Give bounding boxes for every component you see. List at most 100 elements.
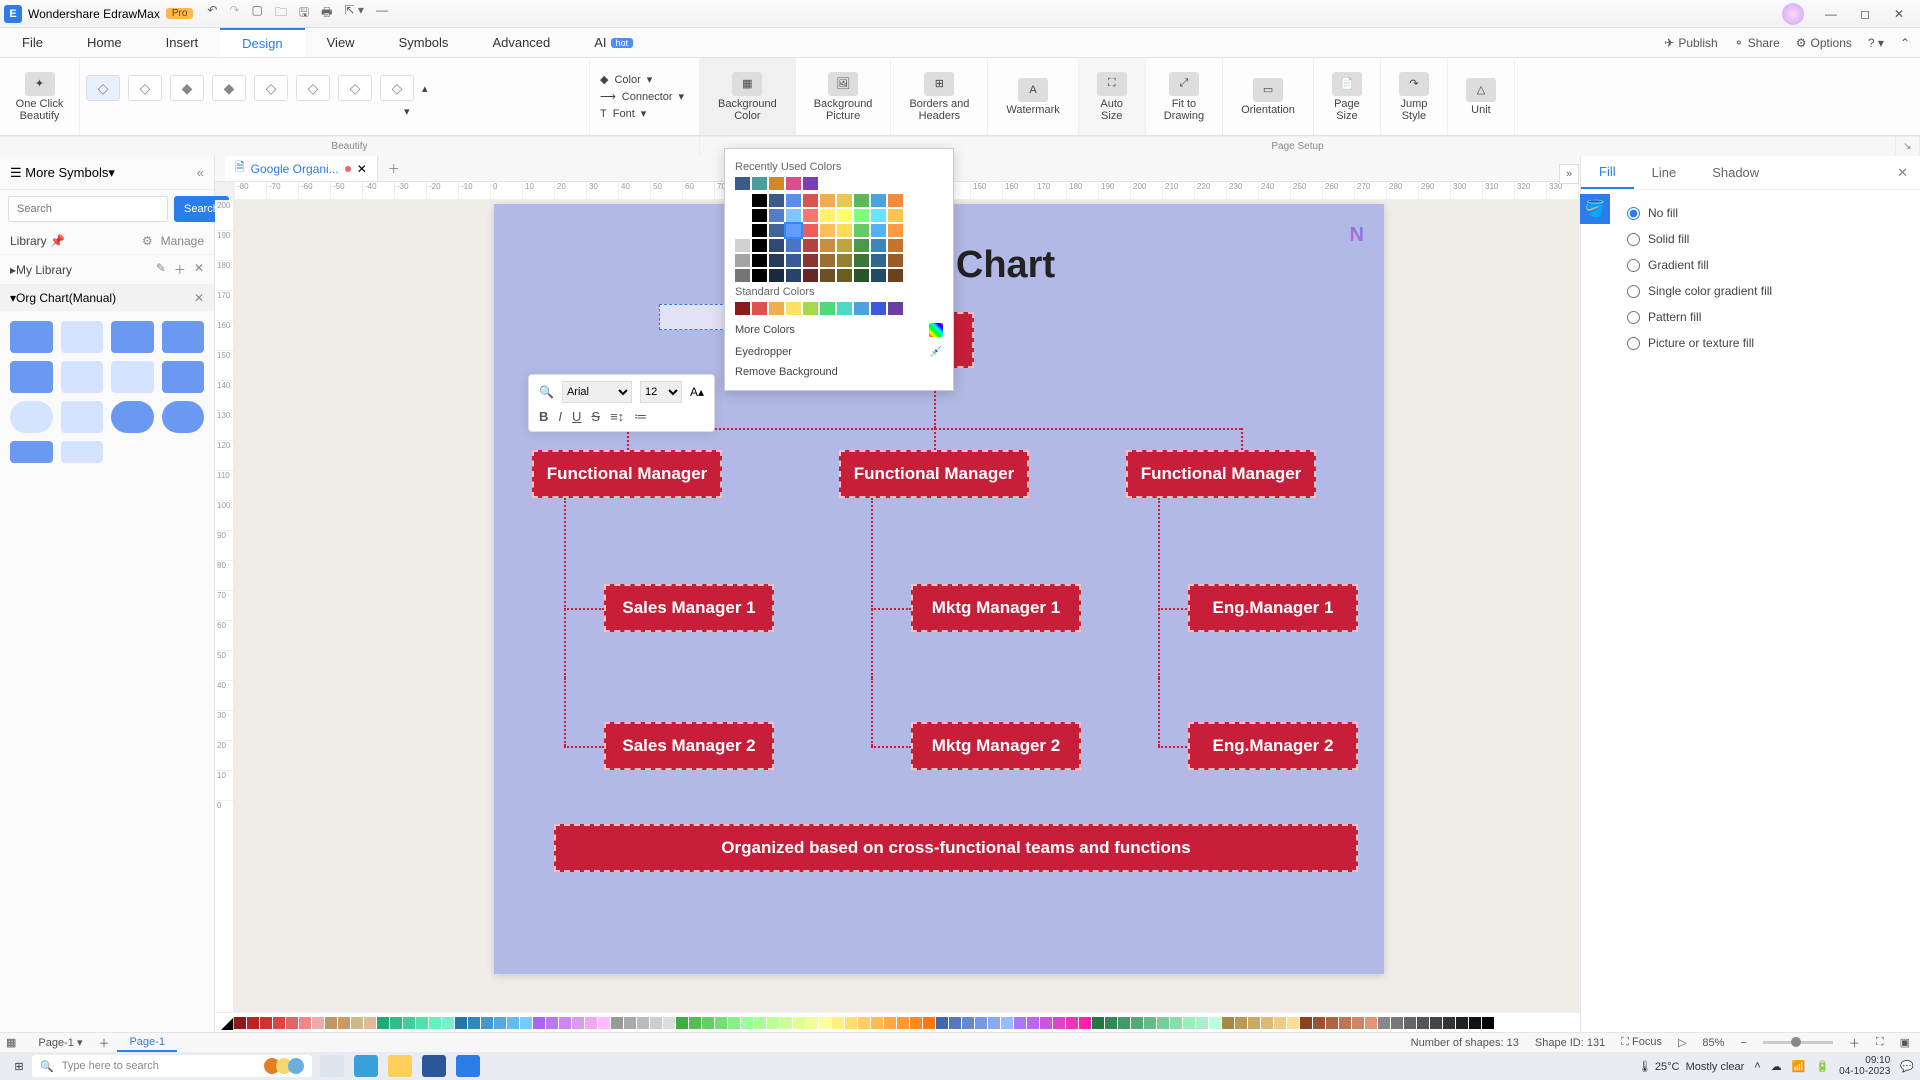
strip-color[interactable]: [260, 1017, 272, 1029]
maximize-button[interactable]: ◻: [1848, 7, 1882, 21]
print-icon[interactable]: 🖶: [321, 3, 332, 24]
watermark-button[interactable]: A Watermark: [998, 78, 1067, 116]
strip-color[interactable]: [481, 1017, 493, 1029]
strip-color[interactable]: [494, 1017, 506, 1029]
background-color-button[interactable]: ▦ Background Color: [710, 72, 785, 122]
edit-icon[interactable]: ✎: [156, 261, 166, 278]
theme-font-button[interactable]: T Font ▾: [600, 107, 646, 120]
strip-color[interactable]: [637, 1017, 649, 1029]
color-swatch[interactable]: [820, 194, 835, 207]
strip-color[interactable]: [1417, 1017, 1429, 1029]
color-swatch[interactable]: [752, 239, 767, 252]
one-click-beautify-button[interactable]: ✦ One Click Beautify: [8, 72, 72, 122]
word-icon[interactable]: [422, 1055, 446, 1077]
zoom-in-button[interactable]: ＋: [1849, 1035, 1860, 1051]
fill-picture[interactable]: Picture or texture fill: [1627, 330, 1904, 356]
strip-color[interactable]: [247, 1017, 259, 1029]
expand-right-icon[interactable]: »: [1559, 164, 1579, 184]
strip-color[interactable]: [1326, 1017, 1338, 1029]
color-strip-dropper-icon[interactable]: ◢: [221, 1013, 233, 1033]
strip-color[interactable]: [936, 1017, 948, 1029]
strip-color[interactable]: [1352, 1017, 1364, 1029]
theme-shape-4[interactable]: ◆: [212, 75, 246, 101]
color-swatch[interactable]: [735, 254, 750, 267]
strip-color[interactable]: [1040, 1017, 1052, 1029]
strip-color[interactable]: [728, 1017, 740, 1029]
color-swatch[interactable]: [803, 254, 818, 267]
color-swatch[interactable]: [803, 239, 818, 252]
bullets-button[interactable]: ≔: [634, 409, 647, 425]
theme-shape-7[interactable]: ◇: [338, 75, 372, 101]
strip-color[interactable]: [1482, 1017, 1494, 1029]
color-swatch[interactable]: [820, 269, 835, 282]
strip-color[interactable]: [585, 1017, 597, 1029]
new-icon[interactable]: ▢: [252, 3, 263, 24]
color-swatch[interactable]: [769, 209, 784, 222]
strike-button[interactable]: S: [591, 409, 600, 425]
strip-color[interactable]: [572, 1017, 584, 1029]
color-swatch[interactable]: [888, 302, 903, 315]
auto-size-button[interactable]: ⛶ Auto Size: [1089, 72, 1135, 122]
org-chart-section[interactable]: Org Chart(Manual): [16, 291, 116, 305]
tab-file[interactable]: File: [0, 28, 65, 57]
color-swatch[interactable]: [837, 209, 852, 222]
color-swatch[interactable]: [752, 224, 767, 237]
color-swatch[interactable]: [769, 302, 784, 315]
tab-line[interactable]: Line: [1634, 156, 1695, 189]
color-swatch[interactable]: [820, 209, 835, 222]
color-swatch[interactable]: [854, 194, 869, 207]
symbol-search-input[interactable]: [8, 196, 168, 222]
strip-color[interactable]: [897, 1017, 909, 1029]
strip-color[interactable]: [559, 1017, 571, 1029]
node-sales-1[interactable]: Sales Manager 1: [604, 584, 774, 632]
strip-color[interactable]: [975, 1017, 987, 1029]
strip-color[interactable]: [403, 1017, 415, 1029]
strip-color[interactable]: [1300, 1017, 1312, 1029]
tab-advanced[interactable]: Advanced: [470, 28, 572, 57]
close-section-icon[interactable]: ✕: [194, 291, 204, 305]
shape-thumb[interactable]: [61, 401, 104, 433]
strip-color[interactable]: [1183, 1017, 1195, 1029]
shape-thumb[interactable]: [61, 361, 104, 393]
font-grow-icon[interactable]: A▴: [690, 385, 704, 399]
color-swatch[interactable]: [769, 269, 784, 282]
node-functional-2[interactable]: Functional Manager: [839, 450, 1029, 498]
strip-color[interactable]: [416, 1017, 428, 1029]
color-swatch[interactable]: [854, 269, 869, 282]
strip-color[interactable]: [455, 1017, 467, 1029]
borders-headers-button[interactable]: ⊞ Borders and Headers: [901, 72, 977, 122]
close-lib-icon[interactable]: ✕: [194, 261, 204, 278]
node-functional-1[interactable]: Functional Manager: [532, 450, 722, 498]
color-swatch[interactable]: [769, 177, 784, 190]
strip-color[interactable]: [1222, 1017, 1234, 1029]
node-mktg-2[interactable]: Mktg Manager 2: [911, 722, 1081, 770]
color-swatch[interactable]: [769, 254, 784, 267]
color-swatch[interactable]: [888, 254, 903, 267]
strip-color[interactable]: [1001, 1017, 1013, 1029]
color-swatch[interactable]: [752, 209, 767, 222]
theme-shape-6[interactable]: ◇: [296, 75, 330, 101]
shape-thumb[interactable]: [162, 361, 205, 393]
theme-shape-1[interactable]: ◇: [86, 75, 120, 101]
strip-color[interactable]: [676, 1017, 688, 1029]
strip-color[interactable]: [1196, 1017, 1208, 1029]
page-size-button[interactable]: 📄 Page Size: [1324, 72, 1370, 122]
color-swatch[interactable]: [854, 209, 869, 222]
tab-shadow[interactable]: Shadow: [1694, 156, 1777, 189]
fit-drawing-button[interactable]: ⤢ Fit to Drawing: [1156, 72, 1212, 122]
paint-bucket-icon[interactable]: 🪣: [1580, 194, 1610, 224]
fullscreen-icon[interactable]: ▣: [1900, 1036, 1910, 1049]
color-swatch[interactable]: [786, 269, 801, 282]
color-swatch[interactable]: [735, 224, 750, 237]
color-swatch[interactable]: [888, 224, 903, 237]
fill-no-fill[interactable]: No fill: [1627, 200, 1904, 226]
color-swatch[interactable]: [752, 177, 767, 190]
page-selector[interactable]: Page-1 ▾: [30, 1036, 90, 1049]
tab-view[interactable]: View: [305, 28, 377, 57]
theme-shape-8[interactable]: ◇: [380, 75, 414, 101]
zoom-slider[interactable]: [1763, 1041, 1833, 1044]
color-swatch[interactable]: [871, 239, 886, 252]
edrawmax-icon[interactable]: [456, 1055, 480, 1077]
color-swatch[interactable]: [820, 302, 835, 315]
strip-color[interactable]: [1079, 1017, 1091, 1029]
